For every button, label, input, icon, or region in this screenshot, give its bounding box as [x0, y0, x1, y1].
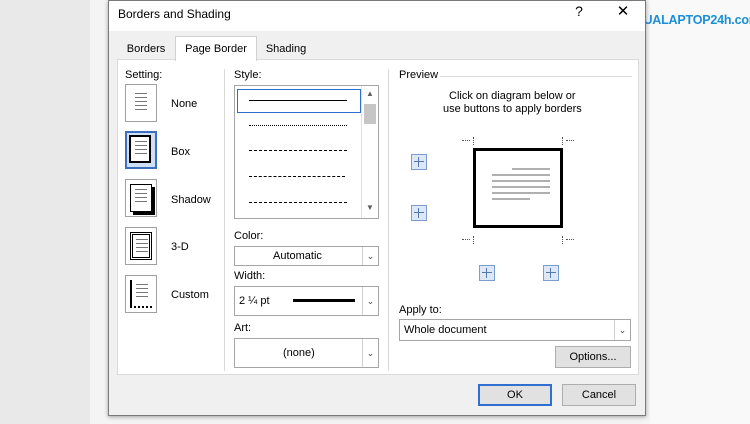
borders-shading-dialog: Borders and Shading ? ✕ Borders Page Bor…: [108, 0, 646, 416]
setting-shadow-label[interactable]: Shadow: [171, 194, 211, 206]
scroll-down-icon[interactable]: ▼: [365, 203, 375, 213]
preview-hint-line2: use buttons to apply borders: [443, 103, 582, 115]
page-icon: [130, 232, 152, 260]
width-label: Width:: [234, 270, 266, 282]
setting-shadow-icon[interactable]: [125, 179, 157, 217]
setting-none-icon[interactable]: [125, 84, 157, 122]
right-border-button-icon[interactable]: [543, 265, 559, 281]
background-right: [650, 0, 750, 424]
top-border-button-icon[interactable]: [411, 154, 427, 170]
apply-to-label: Apply to:: [399, 304, 442, 316]
preview-hint-line1: Click on diagram below or: [449, 90, 576, 102]
width-value: 2 ¼ pt: [239, 295, 270, 307]
scroll-thumb[interactable]: [364, 104, 376, 124]
setting-none-label[interactable]: None: [171, 98, 197, 110]
close-button[interactable]: ✕: [612, 2, 634, 22]
style-dashed[interactable]: [249, 150, 347, 151]
tab-shading[interactable]: Shading: [259, 39, 313, 59]
preview-label: Preview: [399, 69, 439, 81]
setting-box-icon[interactable]: [125, 131, 157, 169]
title-bar: Borders and Shading ? ✕: [109, 1, 645, 31]
style-label: Style:: [234, 69, 262, 81]
color-select[interactable]: Automatic ⌄: [234, 246, 379, 266]
color-label: Color:: [234, 230, 264, 242]
background-left: [0, 0, 90, 424]
style-selected-item[interactable]: [237, 89, 361, 113]
art-select[interactable]: (none) ⌄: [234, 338, 379, 368]
tab-page-border[interactable]: Page Border: [175, 36, 257, 61]
style-solid[interactable]: [249, 100, 347, 101]
left-border-button-icon[interactable]: [479, 265, 495, 281]
tab-borders[interactable]: Borders: [121, 39, 171, 59]
style-dotted[interactable]: [249, 125, 347, 126]
page-icon: [130, 280, 152, 308]
page-border-panel: Setting: None Box Shadow 3-D Custom Styl…: [117, 59, 639, 375]
art-value: (none): [283, 347, 315, 359]
chevron-down-icon[interactable]: ⌄: [362, 339, 378, 367]
style-listbox[interactable]: ▲ ▼: [234, 85, 379, 219]
style-long-dash[interactable]: [249, 176, 345, 177]
color-value: Automatic: [273, 250, 322, 262]
apply-to-value: Whole document: [404, 324, 487, 336]
preview-divider: [440, 76, 632, 77]
setting-label: Setting:: [125, 69, 163, 81]
preview-page[interactable]: [473, 148, 563, 228]
page-icon: [130, 184, 152, 212]
chevron-down-icon[interactable]: ⌄: [362, 287, 378, 315]
chevron-down-icon[interactable]: ⌄: [362, 247, 378, 265]
width-select[interactable]: 2 ¼ pt ⌄: [234, 286, 379, 316]
setting-3d-icon[interactable]: [125, 227, 157, 265]
scroll-up-icon[interactable]: ▲: [365, 89, 375, 99]
divider: [388, 69, 389, 371]
options-button[interactable]: Options...: [555, 346, 631, 368]
art-label: Art:: [234, 322, 252, 334]
style-scrollbar[interactable]: ▲ ▼: [361, 86, 378, 218]
ok-button[interactable]: OK: [478, 384, 552, 406]
setting-custom-icon[interactable]: [125, 275, 157, 313]
style-dash-dot[interactable]: [249, 202, 347, 203]
setting-box-label[interactable]: Box: [171, 146, 190, 158]
setting-3d-label[interactable]: 3-D: [171, 241, 189, 253]
width-sample-line: [293, 299, 355, 302]
page-icon: [130, 89, 152, 117]
apply-to-select[interactable]: Whole document ⌄: [399, 319, 631, 341]
dialog-title: Borders and Shading: [118, 7, 231, 21]
divider: [224, 69, 225, 371]
setting-custom-label[interactable]: Custom: [171, 289, 209, 301]
page-icon: [129, 135, 151, 163]
bottom-border-button-icon[interactable]: [411, 205, 427, 221]
help-button[interactable]: ?: [571, 3, 587, 21]
chevron-down-icon[interactable]: ⌄: [614, 320, 630, 340]
cancel-button[interactable]: Cancel: [562, 384, 636, 406]
